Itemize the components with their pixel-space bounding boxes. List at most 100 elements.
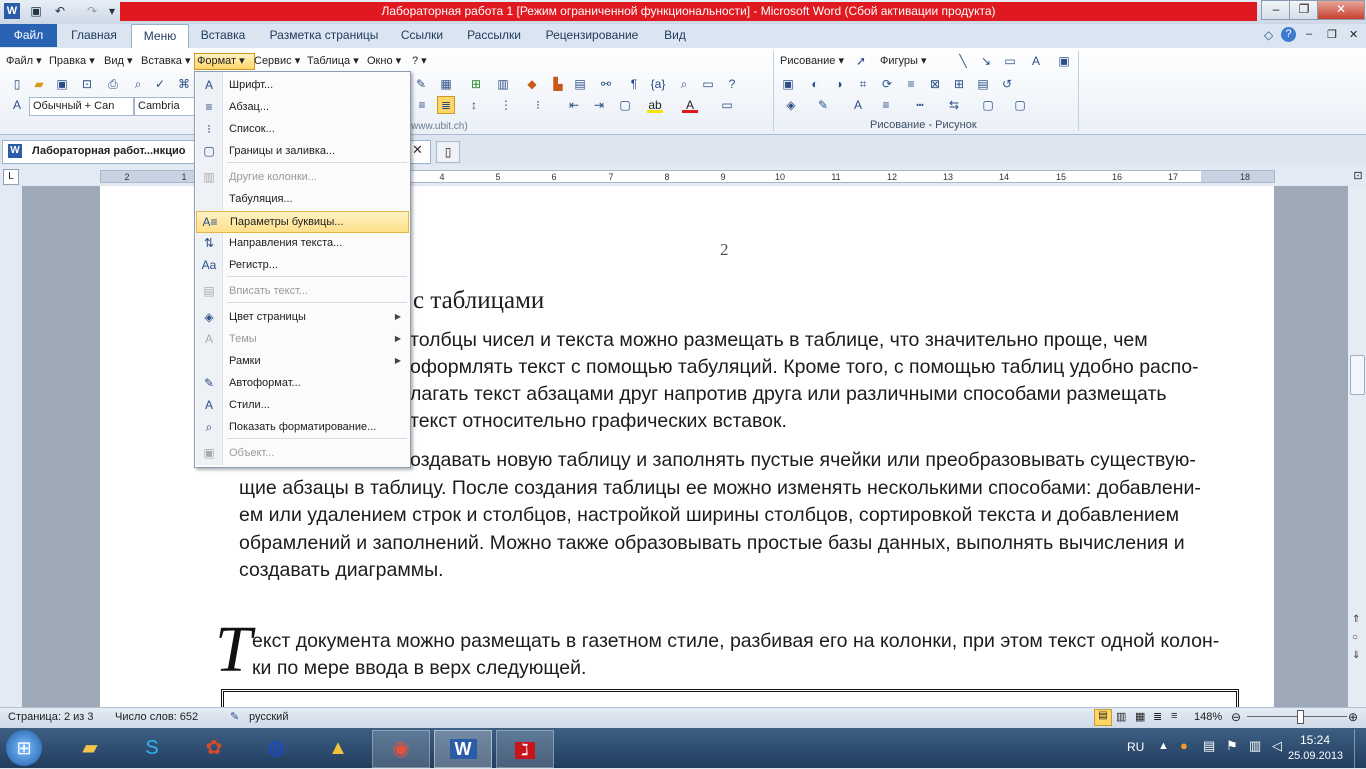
textbox-icon[interactable]: ▭ [1002,53,1018,69]
shadow-icon[interactable]: ▢ [980,97,996,113]
rotate-icon[interactable]: ⟳ [879,76,895,92]
undo-icon[interactable]: ↶ [52,3,68,19]
dash-style-icon[interactable]: ┅ [912,97,928,113]
shapes-menu[interactable]: Фигуры ▾ [880,53,927,69]
web-layout-icon[interactable]: ▦ [1135,710,1145,723]
prev-page-icon[interactable]: ⇑ [1352,614,1360,625]
justify-icon[interactable]: ≣ [437,96,455,114]
insert-excel-icon[interactable]: ⊞ [468,76,484,92]
wrap-icon[interactable]: ⊞ [951,76,967,92]
numbering-icon[interactable]: ⋮ [498,97,514,113]
hyperlink-icon[interactable]: ⚯ [598,76,614,92]
contrast-icon[interactable]: ◐ [807,76,823,92]
outline-icon[interactable]: ≣ [1153,710,1162,723]
tray-expand-icon[interactable]: ▲ [1158,740,1169,752]
help-icon[interactable]: ? [1281,27,1296,42]
reset-picture-icon[interactable]: ↺ [999,76,1015,92]
maximize-button[interactable]: ❐ [1289,0,1319,20]
bullets-icon[interactable]: ⁝ [530,97,546,113]
reading-icon[interactable]: ▭ [700,76,716,92]
new-doc-icon[interactable]: ▯ [9,76,25,92]
tab-mailings[interactable]: Рассылки [460,24,528,47]
vertical-ruler[interactable] [0,186,22,707]
format-menu-item[interactable]: A Шрифт... [196,75,407,95]
format-menu-item[interactable]: ◈ Цвет страницы ▶ [196,307,407,327]
archicad-icon[interactable]: ▲ [316,730,360,766]
start-button-icon[interactable]: ⊞ [6,730,42,766]
acrobat-icon[interactable]: ℷ [496,730,554,768]
menu-edit[interactable]: Правка ▾ [49,53,95,69]
minimize-button[interactable]: – [1261,0,1291,20]
format-menu-item[interactable]: ⇅ Направления текста... [196,233,407,253]
chrome-icon[interactable]: ◉ [372,730,430,768]
format-menu-item[interactable]: A≡ Параметры буквицы... [196,211,409,233]
menu-format[interactable]: Формат ▾ [194,53,255,70]
explorer-icon[interactable]: ▰ [68,730,112,766]
print-layout-icon[interactable]: ▤ [1094,709,1112,726]
smartart-icon[interactable]: ▤ [572,76,588,92]
style-select[interactable]: Обычный + Can [29,97,134,116]
research-icon[interactable]: ⌘ [176,76,192,92]
align-right-icon[interactable]: ≡ [414,97,430,113]
format-menu-item[interactable]: ⁝ Список... [196,119,407,139]
zoom-in-icon[interactable]: ⊕ [1348,710,1358,724]
insert-table-icon[interactable]: ▦ [438,76,454,92]
highlight-icon[interactable]: ab [647,97,663,113]
special-icon[interactable]: ▭ [719,97,735,113]
line-icon[interactable]: ╲ [955,53,971,69]
show-desktop-button[interactable] [1354,729,1366,768]
doc-restore-icon[interactable]: ❐ [1327,28,1337,41]
menu-view[interactable]: Вид ▾ [104,53,132,69]
zoom-out-icon[interactable]: ⊖ [1231,710,1241,724]
scrollbar-thumb[interactable] [1350,355,1365,395]
arrow-style-icon[interactable]: ⇆ [946,97,962,113]
fill-color-icon[interactable]: ◈ [783,97,799,113]
permission-icon[interactable]: ⊡ [79,76,95,92]
skype-icon[interactable]: S [130,730,174,766]
font-select[interactable]: Cambria [134,97,197,116]
browse-object-icon[interactable]: ○ [1352,632,1358,643]
word-logo-icon[interactable]: W [4,3,20,19]
close-button[interactable]: ✕ [1317,0,1365,20]
clock-date[interactable]: 25.09.2013 [1288,750,1343,762]
styles-pane-icon[interactable]: A [9,97,25,113]
save-icon[interactable]: ▣ [28,3,44,19]
tab-view[interactable]: Вид [656,24,694,47]
draft-icon[interactable]: ≡ [1171,710,1177,722]
doc-minimize-icon[interactable]: – [1306,28,1312,40]
full-screen-icon[interactable]: ▥ [1116,710,1126,723]
print-preview-icon[interactable]: ⌕ [130,76,146,92]
zoom-slider-thumb[interactable] [1297,710,1304,724]
zoom-icon[interactable]: ⌕ [676,76,692,92]
doc-close-icon[interactable]: ✕ [1349,28,1358,41]
drawing-menu[interactable]: Рисование ▾ [780,53,844,69]
crop-icon[interactable]: ⌗ [855,76,871,92]
format-picture-icon[interactable]: ▤ [975,76,991,92]
menu-table[interactable]: Таблица ▾ [307,53,359,69]
menu-help[interactable]: ? ▾ [412,53,427,69]
menu-window[interactable]: Окно ▾ [367,53,401,69]
new-tab-icon[interactable]: ▯ [436,141,460,163]
clock-time[interactable]: 15:24 [1300,733,1330,747]
line-weight-icon[interactable]: ≡ [878,97,894,113]
menu-insert[interactable]: Вставка ▾ [141,53,190,69]
tab-file[interactable]: Файл [0,24,57,47]
next-page-icon[interactable]: ⇓ [1352,650,1360,661]
format-menu-item[interactable]: Aa Регистр... [196,255,407,275]
line-spacing-icon[interactable]: ↕ [466,97,482,113]
increase-indent-icon[interactable]: ⇥ [591,97,607,113]
collapse-ribbon-icon[interactable]: ◇ [1264,28,1273,42]
font-color-icon[interactable]: A [682,97,698,113]
open-icon[interactable]: ▰ [31,76,47,92]
format-menu-item[interactable]: ⌕ Показать форматирование... [196,417,407,437]
show-marks-icon[interactable]: ¶ [626,76,642,92]
picture-icon[interactable]: ▣ [780,76,796,92]
format-menu-item[interactable]: ✎ Автоформат... [196,373,407,393]
tray-app-icon[interactable]: ● [1180,738,1188,753]
language-indicator[interactable]: русский [249,711,288,723]
columns-tb-icon[interactable]: ▥ [495,76,511,92]
format-menu-item[interactable]: Рамки ▶ [196,351,407,371]
spelling-icon[interactable]: ✓ [152,76,168,92]
clipart-icon[interactable]: ▣ [1056,53,1072,69]
line-style-icon[interactable]: ≡ [903,76,919,92]
